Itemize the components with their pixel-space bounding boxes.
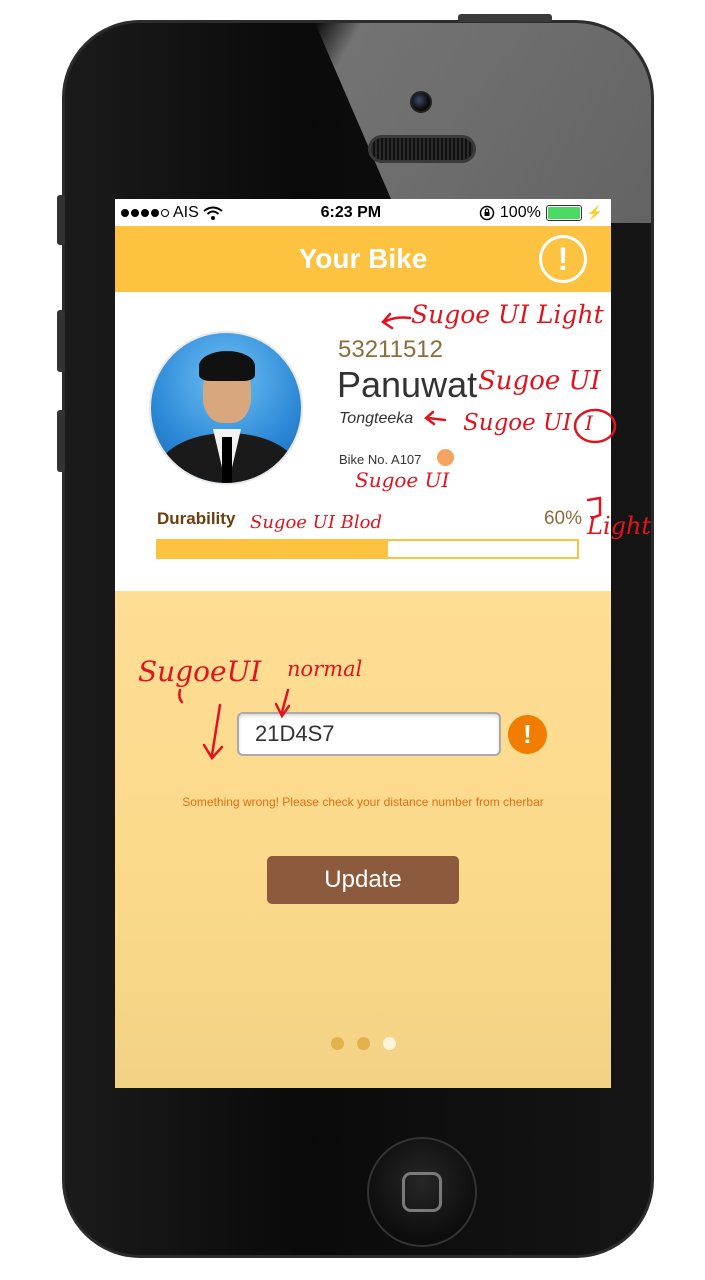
page-dot[interactable] (382, 1037, 396, 1050)
student-id: 53211512 (338, 336, 443, 363)
annotation-name-font: Sugoe UI (478, 366, 601, 396)
charging-icon: ⚡ (586, 204, 603, 220)
exclamation-icon: ! (557, 240, 569, 277)
front-camera (410, 91, 432, 113)
status-time: 6:23 PM (320, 203, 382, 221)
power-button[interactable] (458, 14, 552, 22)
carrier-name: AIS (173, 203, 199, 221)
home-button[interactable] (367, 1137, 477, 1247)
error-message: Something wrong! Please check your dista… (182, 795, 544, 809)
annotation-bike-font: Sugoe UI (355, 468, 450, 492)
page-title: Your Bike (298, 243, 428, 274)
battery-icon (545, 204, 582, 221)
annotation-input-weight: normal (287, 657, 363, 681)
mute-switch[interactable] (57, 195, 65, 245)
first-name: Panuwat (337, 364, 478, 405)
volume-down-button[interactable] (57, 410, 65, 472)
volume-up-button[interactable] (57, 310, 65, 372)
earpiece-speaker (368, 135, 476, 163)
alert-button[interactable]: ! (539, 235, 587, 283)
durability-bar-fill (158, 541, 389, 557)
phone-glare (315, 23, 651, 223)
annotation-id-font: Sugoe UI Light (411, 300, 604, 329)
durability-label: Durability (157, 509, 236, 528)
annotation-input-font: SugoeUI (138, 655, 262, 688)
page-dot[interactable] (330, 1037, 344, 1050)
durability-percent: 60% (543, 508, 582, 529)
warning-exclamation: ! (523, 719, 532, 749)
home-square-icon (402, 1172, 442, 1212)
page-dot[interactable] (356, 1037, 370, 1050)
distance-code-input[interactable] (237, 712, 501, 756)
battery-percent: 100% (499, 203, 541, 221)
annotation-last-font: Sugoe UI (463, 410, 572, 436)
app-screen: AIS 6:23 PM 100% ⚡ Your Bike ! 53211512 … (115, 199, 611, 1088)
annotation-durability-font: Sugoe UI Blod (250, 512, 383, 533)
bike-status-dot (437, 449, 454, 466)
bike-number: Bike No. A107 (339, 452, 422, 467)
rotation-lock-icon (479, 205, 495, 220)
status-bar: AIS 6:23 PM 100% ⚡ (115, 199, 611, 226)
avatar (149, 331, 303, 485)
durability-bar (156, 539, 579, 559)
wifi-icon (203, 206, 223, 220)
page-indicator[interactable] (115, 1037, 611, 1050)
signal-strength-icon (121, 208, 169, 217)
profile-card: 53211512 Panuwat Tongteeka Bike No. A107… (115, 292, 611, 591)
app-header: Your Bike ! (115, 226, 611, 292)
update-button[interactable]: Update (267, 856, 459, 904)
annotation-last-style: I (585, 411, 593, 435)
last-name: Tongteeka (339, 410, 414, 427)
warning-icon: ! (508, 715, 547, 754)
annotation-percent-font: Light (587, 512, 652, 540)
